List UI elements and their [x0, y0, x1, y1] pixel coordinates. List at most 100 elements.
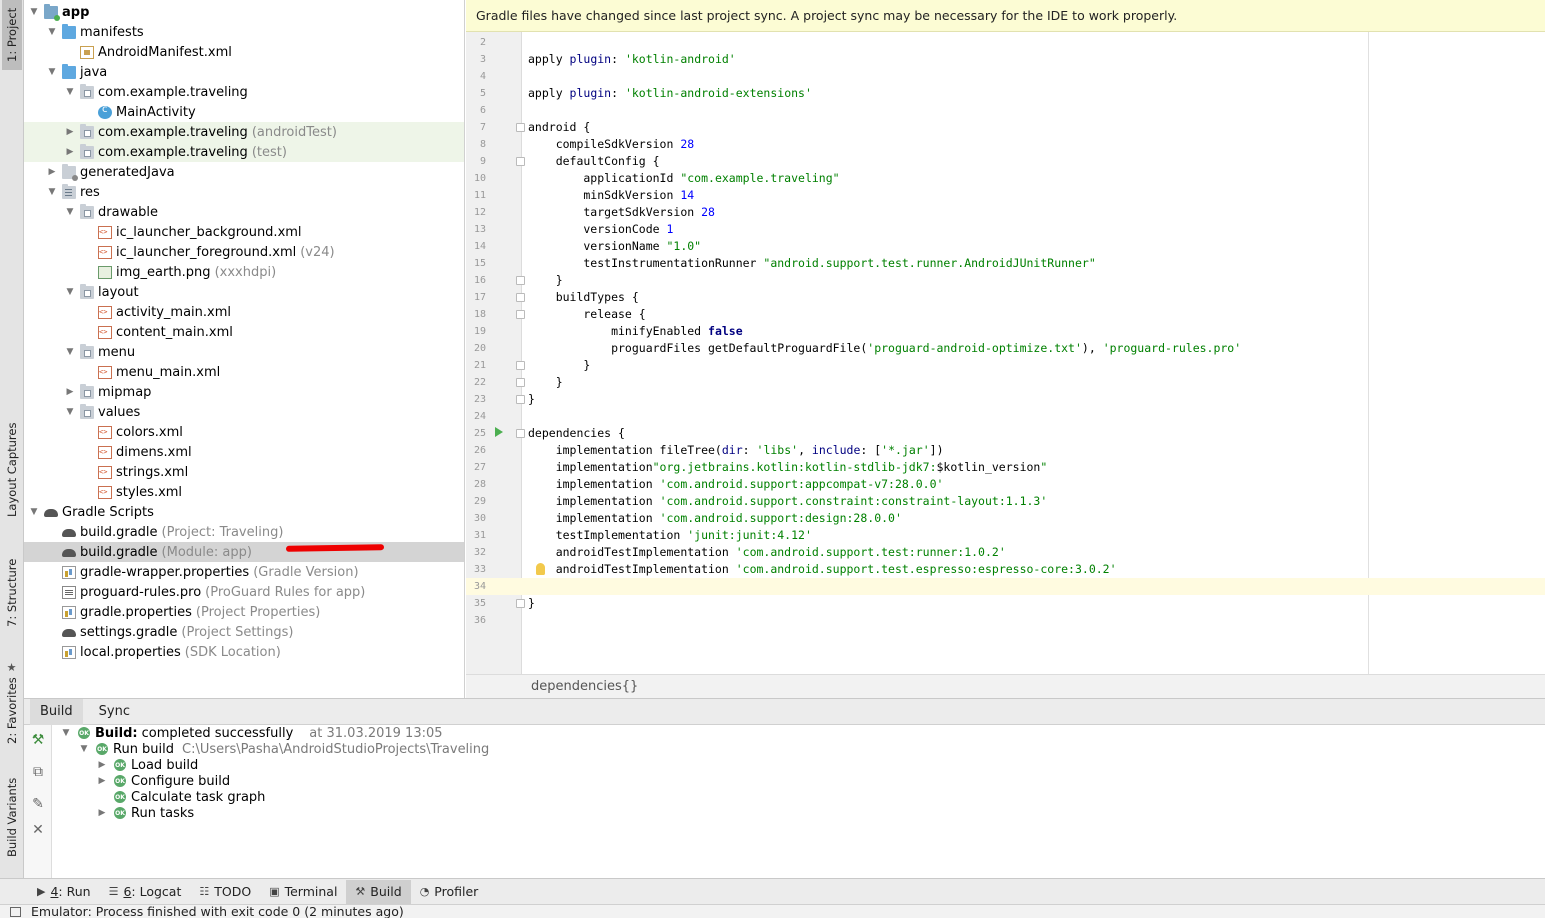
bottom-tab-logcat[interactable]: ☰ 6: Logcat [100, 880, 191, 904]
code-line[interactable]: 34 [466, 578, 1545, 595]
tree-item[interactable]: ▶ generatedJava [24, 162, 464, 182]
tree-item[interactable]: ▼ res [24, 182, 464, 202]
tree-item[interactable]: styles.xml [24, 482, 464, 502]
code-line[interactable]: 2 [466, 34, 1545, 51]
tree-item[interactable]: img_earth.png (xxxhdpi) [24, 262, 464, 282]
structure-tool-tab[interactable]: 7: Structure [2, 545, 22, 640]
chevron-right-icon[interactable]: ▶ [64, 387, 76, 397]
task-calculate-graph[interactable]: OK Calculate task graph [96, 789, 265, 805]
tree-item[interactable]: menu_main.xml [24, 362, 464, 382]
close-icon[interactable]: ✕ [29, 821, 47, 839]
code-line[interactable]: 36 [466, 612, 1545, 629]
fold-icon[interactable] [516, 310, 525, 319]
code-line[interactable]: 6 [466, 102, 1545, 119]
task-configure-build[interactable]: ▶ OK Configure build [96, 773, 231, 789]
chevron-down-icon[interactable]: ▼ [46, 27, 58, 37]
tree-item[interactable]: ic_launcher_background.xml [24, 222, 464, 242]
layout-captures-tool-tab[interactable]: Layout Captures [2, 410, 22, 530]
build-variants-tool-tab[interactable]: Build Variants [2, 765, 22, 870]
code-line[interactable]: 31 testImplementation 'junit:junit:4.12' [466, 527, 1545, 544]
bottom-tab-profiler[interactable]: ◔ Profiler [411, 880, 488, 904]
bottom-tab-run[interactable]: ▶ 4: Run [28, 880, 100, 904]
chevron-down-icon[interactable]: ▼ [64, 347, 76, 357]
fold-icon[interactable] [516, 395, 525, 404]
code-line[interactable]: 8 compileSdkVersion 28 [466, 136, 1545, 153]
chevron-right-icon[interactable]: ▶ [64, 127, 76, 137]
code-line[interactable]: 33 androidTestImplementation 'com.androi… [466, 561, 1545, 578]
status-toggle-icon[interactable] [10, 906, 21, 917]
code-line[interactable]: 15 testInstrumentationRunner "android.su… [466, 255, 1545, 272]
fold-icon[interactable] [516, 361, 525, 370]
code-line[interactable]: 18 release { [466, 306, 1545, 323]
code-line[interactable]: 7 android { [466, 119, 1545, 136]
code-line[interactable]: 3 apply plugin: 'kotlin-android' [466, 51, 1545, 68]
tree-item[interactable]: colors.xml [24, 422, 464, 442]
tab-build[interactable]: Build [30, 698, 83, 725]
code-line[interactable]: 13 versionCode 1 [466, 221, 1545, 238]
tree-item[interactable]: ▼ layout [24, 282, 464, 302]
chevron-right-icon[interactable]: ▶ [96, 808, 108, 818]
task-load-build[interactable]: ▶ OK Load build [96, 757, 199, 773]
code-line[interactable]: 14 versionName "1.0" [466, 238, 1545, 255]
bottom-tab-terminal[interactable]: ▣ Terminal [260, 880, 346, 904]
chevron-down-icon[interactable]: ▼ [64, 287, 76, 297]
chevron-right-icon[interactable]: ▶ [96, 760, 108, 770]
chevron-right-icon[interactable]: ▶ [96, 776, 108, 786]
code-line[interactable]: 16 } [466, 272, 1545, 289]
code-line[interactable]: 35} [466, 595, 1545, 612]
tree-item[interactable]: ▶ com.example.traveling (test) [24, 142, 464, 162]
chevron-down-icon[interactable]: ▼ [64, 87, 76, 97]
fold-icon[interactable] [516, 378, 525, 387]
code-line[interactable]: 19 minifyEnabled false [466, 323, 1545, 340]
code-line[interactable]: 21 } [466, 357, 1545, 374]
tree-item[interactable]: content_main.xml [24, 322, 464, 342]
task-run-tasks[interactable]: ▶ OK Run tasks [96, 805, 195, 821]
toggle-view-icon[interactable]: ⧉ [29, 763, 47, 781]
tree-item[interactable]: strings.xml [24, 462, 464, 482]
code-line[interactable]: 5 apply plugin: 'kotlin-android-extension… [466, 85, 1545, 102]
code-line[interactable]: 11 minSdkVersion 14 [466, 187, 1545, 204]
chevron-down-icon[interactable]: ▼ [46, 187, 58, 197]
code-line[interactable]: 17 buildTypes { [466, 289, 1545, 306]
code-line[interactable]: 12 targetSdkVersion 28 [466, 204, 1545, 221]
code-line[interactable]: 4 [466, 68, 1545, 85]
tree-item[interactable]: build.gradle (Module: app) [24, 542, 464, 562]
code-line[interactable]: 28 implementation 'com.android.support:a… [466, 476, 1545, 493]
tree-item[interactable]: dimens.xml [24, 442, 464, 462]
tree-item[interactable]: local.properties (SDK Location) [24, 642, 464, 662]
tree-item[interactable]: MainActivity [24, 102, 464, 122]
code-line[interactable]: 23} [466, 391, 1545, 408]
tab-sync[interactable]: Sync [89, 699, 140, 725]
fold-icon[interactable] [516, 293, 525, 302]
tree-item[interactable]: activity_main.xml [24, 302, 464, 322]
code-line[interactable]: 22 } [466, 374, 1545, 391]
fold-icon[interactable] [516, 276, 525, 285]
hammer-icon[interactable]: ⚒ [29, 731, 47, 749]
tree-item[interactable]: ▼ app [24, 2, 464, 22]
code-line[interactable]: 26 implementation fileTree(dir: 'libs', … [466, 442, 1545, 459]
build-status-row[interactable]: ▼ OK Build: completed successfully at 31… [60, 725, 443, 741]
run-gutter-icon[interactable] [495, 427, 503, 437]
chevron-right-icon[interactable]: ▶ [46, 167, 58, 177]
chevron-down-icon[interactable]: ▼ [64, 207, 76, 217]
tree-item[interactable]: ▼ values [24, 402, 464, 422]
tree-item[interactable]: AndroidManifest.xml [24, 42, 464, 62]
tree-item[interactable]: ▼ java [24, 62, 464, 82]
fold-icon[interactable] [516, 157, 525, 166]
tree-item[interactable]: settings.gradle (Project Settings) [24, 622, 464, 642]
fold-icon[interactable] [516, 429, 525, 438]
favorites-tool-tab[interactable]: 2: Favorites ★ [2, 655, 22, 750]
tree-item[interactable]: proguard-rules.pro (ProGuard Rules for ap… [24, 582, 464, 602]
project-tool-tab[interactable]: 1: Project [2, 0, 22, 70]
tree-item[interactable]: gradle-wrapper.properties (Gradle Version… [24, 562, 464, 582]
code-line[interactable]: 32 androidTestImplementation 'com.androi… [466, 544, 1545, 561]
tree-item[interactable]: ▼ menu [24, 342, 464, 362]
tree-item[interactable]: ▼ com.example.traveling [24, 82, 464, 102]
chevron-down-icon[interactable]: ▼ [46, 67, 58, 77]
chevron-down-icon[interactable]: ▼ [78, 744, 90, 754]
code-line[interactable]: 9 defaultConfig { [466, 153, 1545, 170]
run-build-row[interactable]: ▼ OK Run build C:\Users\Pasha\AndroidStu… [78, 741, 490, 757]
pin-icon[interactable]: ✎ [29, 795, 47, 813]
bottom-tab-todo[interactable]: ☷ TODO [190, 880, 260, 904]
tree-item[interactable]: ic_launcher_foreground.xml(v24) [24, 242, 464, 262]
